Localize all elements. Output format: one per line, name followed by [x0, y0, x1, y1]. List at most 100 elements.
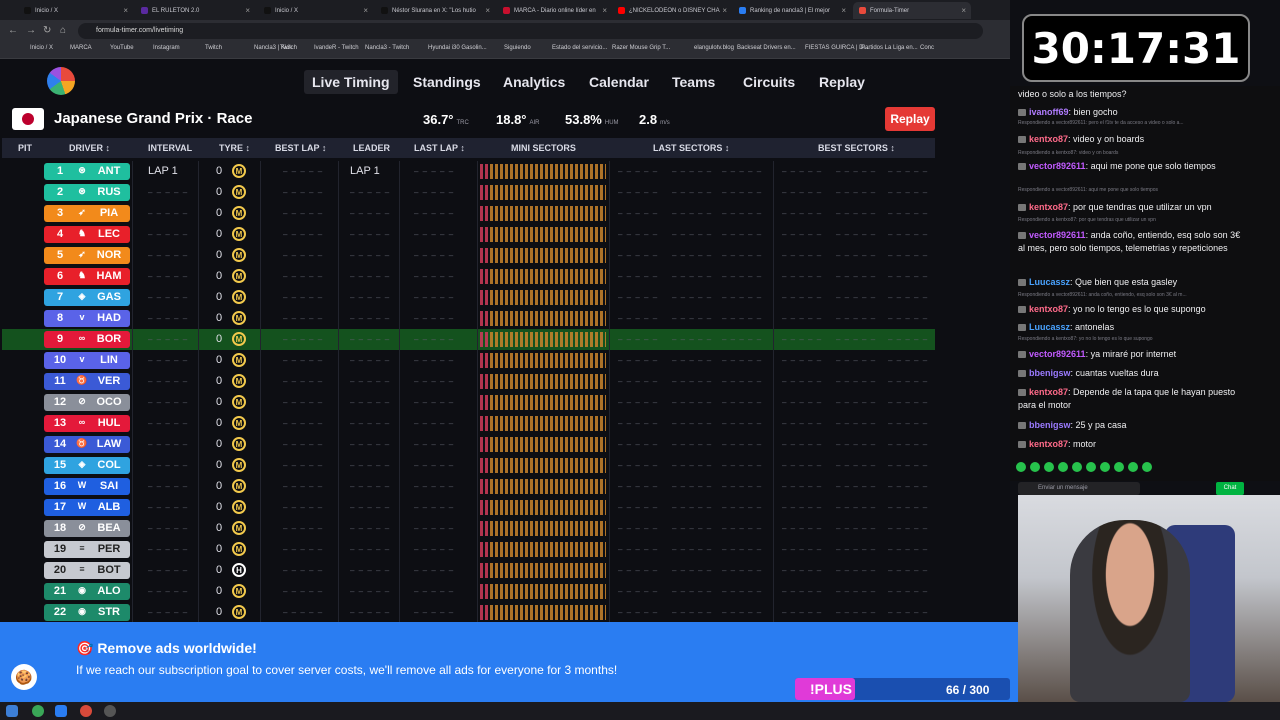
- driver-badge[interactable]: 8 ᴠ HAD: [44, 310, 130, 327]
- cookie-icon[interactable]: 🍪: [11, 664, 37, 690]
- bookmark-item[interactable]: Partidos La Liga en...: [861, 45, 918, 51]
- chrome-icon[interactable]: [32, 705, 44, 717]
- column-header[interactable]: BEST SECTORS ↕: [818, 143, 895, 153]
- table-row[interactable]: 5 ➶ NOR – – – – – 0 M – – – – – – – – – – – – – …: [2, 245, 935, 266]
- chat-username[interactable]: vector892611: [1029, 230, 1086, 240]
- bookmark-item[interactable]: Inicio / X: [30, 45, 53, 51]
- address-bar[interactable]: formula-timer.com/livetiming: [78, 23, 983, 39]
- bookmark-item[interactable]: Estado del servicio...: [552, 45, 607, 51]
- table-row[interactable]: 6 ♞ HAM – – – – – 0 M – – – – – – – – – – – – – …: [2, 266, 935, 287]
- table-row[interactable]: 22 ◉ STR – – – – – 0 M – – – – – – – – – – – – –…: [2, 602, 935, 623]
- app-icon[interactable]: [80, 705, 92, 717]
- replay-button[interactable]: Replay: [885, 107, 935, 131]
- driver-badge[interactable]: 7 ◈ GAS: [44, 289, 130, 306]
- driver-badge[interactable]: 13 ∞ HUL: [44, 415, 130, 432]
- bookmark-item[interactable]: Conc: [920, 45, 934, 51]
- app-icon[interactable]: [55, 705, 67, 717]
- emote-icon[interactable]: [1058, 462, 1068, 472]
- table-row[interactable]: 7 ◈ GAS – – – – – 0 M – – – – – – – – – – – – – …: [2, 287, 935, 308]
- chat-send-button[interactable]: Chat: [1216, 482, 1244, 495]
- nav-link-replay[interactable]: Replay: [819, 74, 865, 90]
- chat-input[interactable]: Enviar un mensaje: [1018, 482, 1140, 495]
- table-row[interactable]: 14 ♉ LAW – – – – – 0 M – – – – – – – – – – – – –…: [2, 434, 935, 455]
- nav-link-standings[interactable]: Standings: [413, 74, 481, 90]
- tab-close-icon[interactable]: ×: [961, 6, 966, 15]
- start-icon[interactable]: [6, 705, 18, 717]
- driver-badge[interactable]: 2 ⊛ RUS: [44, 184, 130, 201]
- bookmark-item[interactable]: YouTube: [110, 45, 134, 51]
- driver-badge[interactable]: 3 ➶ PIA: [44, 205, 130, 222]
- table-row[interactable]: 10 ᴠ LIN – – – – – 0 M – – – – – – – – – – – – –…: [2, 350, 935, 371]
- table-row[interactable]: 12 ⊘ OCO – – – – – 0 M – – – – – – – – – – – – –…: [2, 392, 935, 413]
- tab-close-icon[interactable]: ×: [245, 6, 250, 15]
- tab-close-icon[interactable]: ×: [485, 6, 490, 15]
- driver-badge[interactable]: 12 ⊘ OCO: [44, 394, 130, 411]
- driver-badge[interactable]: 10 ᴠ LIN: [44, 352, 130, 369]
- tab-close-icon[interactable]: ×: [722, 6, 727, 15]
- nav-link-teams[interactable]: Teams: [672, 74, 715, 90]
- home-icon[interactable]: ⌂: [60, 25, 66, 36]
- column-header[interactable]: MINI SECTORS: [511, 143, 576, 153]
- tab-close-icon[interactable]: ×: [602, 6, 607, 15]
- nav-link-calendar[interactable]: Calendar: [589, 74, 649, 90]
- table-row[interactable]: 4 ♞ LEC – – – – – 0 M – – – – – – – – – – – – – …: [2, 224, 935, 245]
- driver-badge[interactable]: 21 ◉ ALO: [44, 583, 130, 600]
- chat-username[interactable]: bbenigsw: [1029, 368, 1071, 378]
- bookmark-item[interactable]: Backseat Drivers en...: [737, 45, 796, 51]
- bookmark-item[interactable]: MARCA: [70, 45, 92, 51]
- driver-badge[interactable]: 18 ⊘ BEA: [44, 520, 130, 537]
- emote-icon[interactable]: [1114, 462, 1124, 472]
- browser-tab[interactable]: Ranking de nancla3 | El mejor ×: [733, 2, 851, 19]
- bookmark-item[interactable]: Hyundai i30 Gasolin...: [428, 45, 487, 51]
- browser-tab[interactable]: EL RULETON 2.0 ×: [135, 2, 255, 19]
- bookmark-item[interactable]: Razer Mouse Grip T...: [612, 45, 670, 51]
- table-row[interactable]: 9 ∞ BOR – – – – – 0 M – – – – – – – – – – – – – …: [2, 329, 935, 350]
- driver-badge[interactable]: 1 ⊛ ANT: [44, 163, 130, 180]
- table-row[interactable]: 8 ᴠ HAD – – – – – 0 M – – – – – – – – – – – – – …: [2, 308, 935, 329]
- emote-icon[interactable]: [1086, 462, 1096, 472]
- table-row[interactable]: 11 ♉ VER – – – – – 0 M – – – – – – – – – – – – –…: [2, 371, 935, 392]
- chat-username[interactable]: kentxo87: [1029, 134, 1068, 144]
- tab-close-icon[interactable]: ×: [123, 6, 128, 15]
- driver-badge[interactable]: 9 ∞ BOR: [44, 331, 130, 348]
- bookmark-item[interactable]: Siguiendo: [504, 45, 531, 51]
- chat-username[interactable]: Luucassz: [1029, 277, 1070, 287]
- table-row[interactable]: 21 ◉ ALO – – – – – 0 M – – – – – – – – – – – – –…: [2, 581, 935, 602]
- column-header[interactable]: DRIVER ↕: [69, 143, 110, 153]
- browser-tab[interactable]: Formula-Timer ×: [853, 2, 971, 19]
- app-icon[interactable]: [104, 705, 116, 717]
- browser-tab[interactable]: ¿NICKELODEON o DISNEY CHA ×: [612, 2, 732, 19]
- chat-username[interactable]: Luucassz: [1029, 322, 1070, 332]
- table-row[interactable]: 3 ➶ PIA – – – – – 0 M – – – – – – – – – – – – – …: [2, 203, 935, 224]
- plus-label[interactable]: !PLUS: [810, 681, 852, 697]
- chat-username[interactable]: kentxo87: [1029, 304, 1068, 314]
- bookmark-item[interactable]: elangulotv.blog: [694, 45, 734, 51]
- chat-username[interactable]: vector892611: [1029, 161, 1086, 171]
- bookmark-item[interactable]: IvandeR - Twitch: [314, 45, 359, 51]
- chat-username[interactable]: kentxo87: [1029, 439, 1068, 449]
- table-row[interactable]: 19 ≡ PER – – – – – 0 M – – – – – – – – – – – – –…: [2, 539, 935, 560]
- driver-badge[interactable]: 4 ♞ LEC: [44, 226, 130, 243]
- browser-tab[interactable]: Néstor Slurana en X: "Los hutio ×: [375, 2, 495, 19]
- tab-close-icon[interactable]: ×: [363, 6, 368, 15]
- driver-badge[interactable]: 19 ≡ PER: [44, 541, 130, 558]
- forward-icon[interactable]: →: [26, 25, 36, 36]
- browser-tab[interactable]: Inicio / X ×: [258, 2, 373, 19]
- browser-tab[interactable]: MARCA - Diario online líder en ×: [497, 2, 612, 19]
- driver-badge[interactable]: 15 ◈ COL: [44, 457, 130, 474]
- nav-link-analytics[interactable]: Analytics: [503, 74, 565, 90]
- nav-link-circuits[interactable]: Circuits: [743, 74, 795, 90]
- chat-username[interactable]: vector892611: [1029, 349, 1086, 359]
- column-header[interactable]: LEADER: [353, 143, 390, 153]
- table-row[interactable]: 13 ∞ HUL – – – – – 0 M – – – – – – – – – – – – –…: [2, 413, 935, 434]
- table-row[interactable]: 2 ⊛ RUS – – – – – 0 M – – – – – – – – – – – – – …: [2, 182, 935, 203]
- table-row[interactable]: 1 ⊛ ANT LAP 1 0 M – – – – – LAP 1 – – – – – – – –…: [2, 161, 935, 182]
- tab-close-icon[interactable]: ×: [841, 6, 846, 15]
- driver-badge[interactable]: 16 W SAI: [44, 478, 130, 495]
- reload-icon[interactable]: ↻: [43, 25, 51, 36]
- column-header[interactable]: TYRE ↕: [219, 143, 250, 153]
- driver-badge[interactable]: 6 ♞ HAM: [44, 268, 130, 285]
- emote-icon[interactable]: [1072, 462, 1082, 472]
- back-icon[interactable]: ←: [8, 25, 18, 36]
- bookmark-item[interactable]: Twitch: [205, 45, 222, 51]
